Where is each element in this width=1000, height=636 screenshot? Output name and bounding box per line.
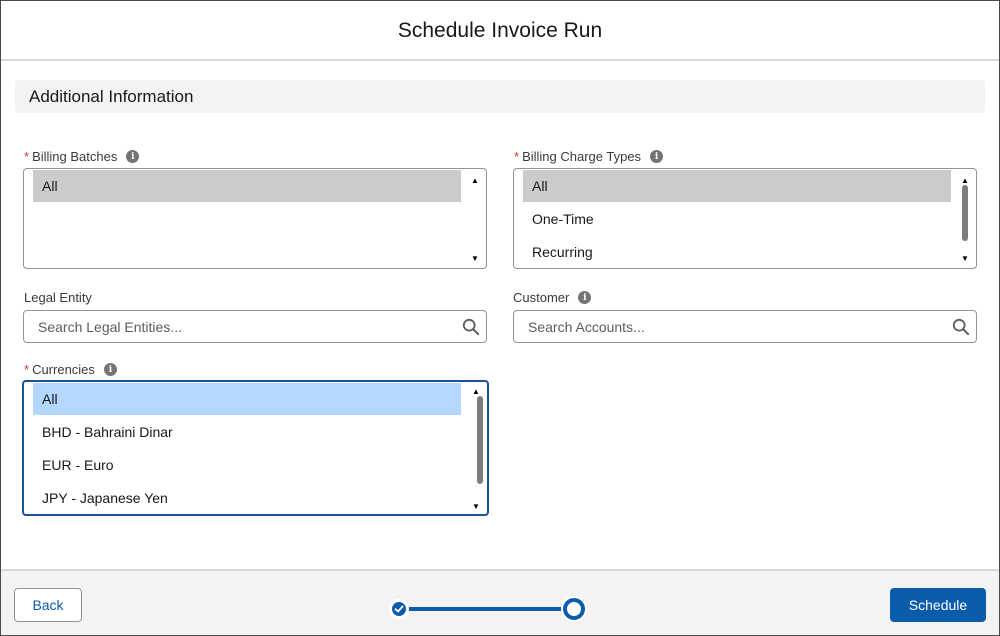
schedule-invoice-run-modal: Schedule Invoice Run Additional Informat…: [0, 0, 1000, 636]
scroll-down-arrow-icon[interactable]: ▼: [471, 501, 481, 511]
legal-entity-label: Legal Entity: [24, 290, 92, 305]
search-icon[interactable]: [462, 318, 480, 336]
currencies-label: * Currencies i: [24, 362, 117, 377]
currencies-label-text: Currencies: [32, 362, 95, 377]
customer-search-input[interactable]: [526, 317, 926, 336]
scroll-down-arrow-icon[interactable]: ▼: [470, 253, 480, 263]
progress-step-completed[interactable]: [389, 599, 409, 619]
billing-charge-types-label: * Billing Charge Types i: [514, 149, 664, 164]
scrollbar-thumb[interactable]: [962, 185, 968, 241]
billing-charge-types-option-all[interactable]: All: [523, 170, 951, 202]
billing-batches-label-text: Billing Batches: [32, 149, 118, 164]
billing-batches-listbox[interactable]: All ▲ ▼: [23, 168, 487, 269]
section-header: Additional Information: [15, 80, 985, 113]
required-indicator: *: [514, 149, 520, 164]
search-icon[interactable]: [952, 318, 970, 336]
info-icon[interactable]: i: [578, 291, 592, 304]
check-icon: [394, 605, 404, 613]
billing-charge-types-label-text: Billing Charge Types: [522, 149, 642, 164]
currencies-option-jpy[interactable]: JPY - Japanese Yen: [33, 482, 461, 514]
required-indicator: *: [24, 149, 30, 164]
section-title: Additional Information: [29, 86, 194, 106]
info-icon[interactable]: i: [126, 150, 140, 163]
currencies-option-bhd[interactable]: BHD - Bahraini Dinar: [33, 416, 461, 448]
required-indicator: *: [24, 362, 30, 377]
currencies-option-all[interactable]: All: [33, 383, 461, 415]
modal-title: Schedule Invoice Run: [397, 19, 603, 42]
scroll-down-arrow-icon[interactable]: ▼: [960, 253, 970, 263]
billing-charge-types-option-one-time[interactable]: One-Time: [523, 203, 951, 235]
billing-charge-types-listbox[interactable]: All One-Time Recurring ▲ ▼: [513, 168, 977, 269]
back-button[interactable]: Back: [14, 588, 82, 622]
customer-search-box[interactable]: [513, 310, 977, 343]
info-icon[interactable]: i: [650, 150, 664, 163]
currencies-option-eur[interactable]: EUR - Euro: [33, 449, 461, 481]
scroll-up-arrow-icon[interactable]: ▲: [471, 386, 481, 396]
modal-header: Schedule Invoice Run: [1, 1, 999, 61]
scrollbar-thumb[interactable]: [477, 396, 483, 484]
legal-entity-search-box[interactable]: [23, 310, 487, 343]
currencies-listbox[interactable]: All BHD - Bahraini Dinar EUR - Euro JPY …: [22, 380, 489, 516]
scroll-up-arrow-icon[interactable]: ▲: [470, 175, 480, 185]
modal-footer: Back Schedule: [1, 569, 999, 635]
billing-batches-label: * Billing Batches i: [24, 149, 140, 164]
progress-step-current[interactable]: [563, 598, 585, 620]
info-icon[interactable]: i: [103, 363, 117, 376]
billing-batches-option-all[interactable]: All: [33, 170, 461, 202]
legal-entity-search-input[interactable]: [36, 317, 436, 336]
legal-entity-label-text: Legal Entity: [24, 290, 92, 305]
customer-label-text: Customer: [513, 290, 570, 305]
progress-bar: [405, 607, 571, 611]
billing-charge-types-option-recurring[interactable]: Recurring: [523, 236, 951, 268]
scroll-up-arrow-icon[interactable]: ▲: [960, 175, 970, 185]
schedule-button[interactable]: Schedule: [890, 588, 986, 622]
customer-label: Customer i: [513, 290, 592, 305]
